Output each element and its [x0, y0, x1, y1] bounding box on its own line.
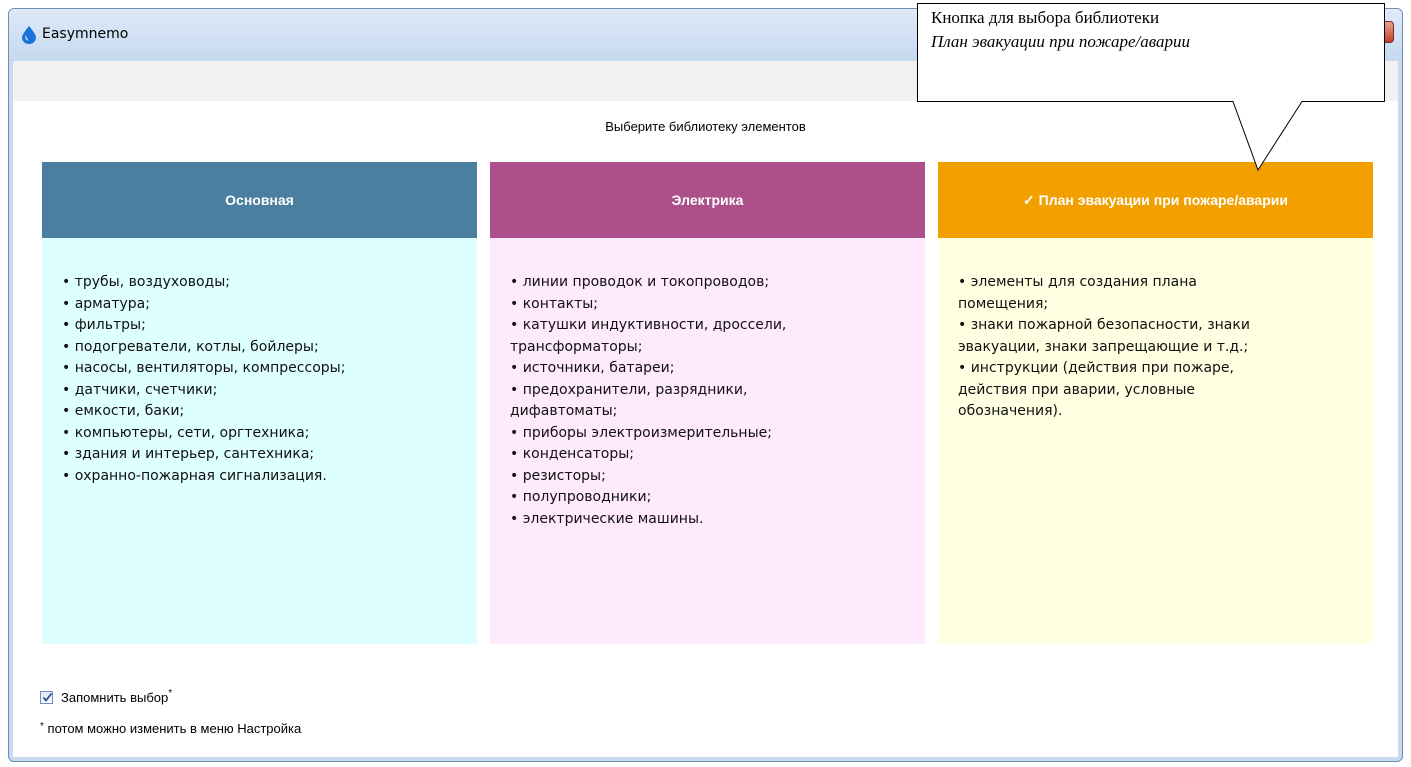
remember-choice-checkbox[interactable]: [40, 691, 53, 704]
list-item: • инструкции (действия при пожаре,: [958, 360, 1234, 376]
list-item: • контакты;: [510, 295, 598, 312]
list-item: • подогреватели, котлы, бойлеры;: [62, 338, 319, 355]
library-card-evacuation[interactable]: ✓ План эвакуации при пожаре/аварии • эле…: [938, 162, 1373, 644]
list-item: • приборы электроизмерительные;: [510, 424, 772, 441]
remember-choice-label: Запомнить выбор: [61, 690, 169, 705]
footnote-text: потом можно изменить в меню Настройка: [47, 721, 302, 736]
library-card-electrical[interactable]: Электрика • линии проводок и токопроводо…: [490, 162, 925, 644]
list-item: • линии проводок и токопроводов;: [510, 274, 770, 290]
list-item: • резисторы;: [510, 467, 606, 484]
list-item: эвакуации, знаки запрещающие и т.д.;: [958, 338, 1249, 355]
list-item: • емкости, баки;: [62, 403, 185, 419]
list-item: • предохранители, разрядники,: [510, 381, 748, 398]
list-item: • полупроводники;: [510, 489, 652, 505]
footnote-marker: *: [40, 721, 44, 732]
list-item: • источники, батареи;: [510, 360, 675, 376]
list-item: • элементы для создания плана: [958, 274, 1197, 290]
list-item: • конденсаторы;: [510, 446, 634, 462]
list-item: • фильтры;: [62, 317, 146, 333]
list-item: • катушки индуктивности, дроссели,: [510, 317, 787, 333]
library-card-basic[interactable]: Основная • трубы, воздуховоды; • арматур…: [42, 162, 477, 644]
list-item: действия при аварии, условные: [958, 381, 1196, 398]
callout-line-1: Кнопка для выбора библиотеки: [931, 8, 1160, 27]
list-item: • компьютеры, сети, оргтехника;: [62, 424, 310, 441]
library-description-evacuation: • элементы для создания плана помещения;…: [938, 238, 1373, 644]
list-item: • трубы, воздуховоды;: [62, 274, 230, 290]
footnote: * потом можно изменить в меню Настройка: [40, 721, 301, 736]
list-item: • здания и интерьер, сантехника;: [62, 446, 315, 462]
library-description-basic: • трубы, воздуховоды; • арматура; • филь…: [42, 238, 477, 644]
list-item: • знаки пожарной безопасности, знаки: [958, 317, 1250, 333]
list-item: • датчики, счетчики;: [62, 381, 218, 398]
footnote-marker: *: [168, 688, 173, 699]
library-description-electrical: • линии проводок и токопроводов; • конта…: [490, 238, 925, 644]
list-item: • охранно-пожарная сигнализация.: [62, 467, 327, 484]
list-item: • электрические машины.: [510, 510, 704, 527]
callout-text: Кнопка для выбора библиотеки План эвакуа…: [931, 6, 1381, 54]
checkmark-icon: [42, 692, 53, 702]
callout-line-2: План эвакуации при пожаре/аварии: [931, 32, 1191, 51]
remember-choice-option[interactable]: Запомнить выбор *: [40, 688, 173, 705]
list-item: помещения;: [958, 295, 1049, 312]
list-item: дифавтоматы;: [510, 403, 618, 419]
list-item: • насосы, вентиляторы, компрессоры;: [62, 360, 346, 376]
list-item: обозначения).: [958, 403, 1063, 419]
list-item: • арматура;: [62, 295, 150, 312]
list-item: трансформаторы;: [510, 338, 643, 355]
